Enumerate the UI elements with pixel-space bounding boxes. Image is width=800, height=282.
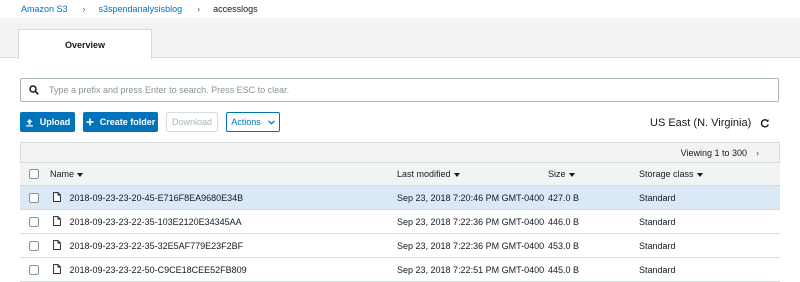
last-modified-cell: Sep 23, 2018 7:22:36 PM GMT-0400 (397, 209, 548, 234)
table-row[interactable]: 2018-09-23-23-20-45-E716F8EA9680E34B Sep… (20, 185, 780, 210)
last-modified-cell: Sep 23, 2018 7:22:36 PM GMT-0400 (397, 233, 548, 258)
sort-caret-icon (77, 172, 84, 177)
upload-button[interactable]: Upload (20, 112, 75, 132)
storage-class-cell: Standard (639, 209, 780, 234)
last-modified-cell: Sep 23, 2018 7:22:51 PM GMT-0400 (397, 257, 548, 282)
next-page-icon[interactable]: › (756, 148, 759, 158)
table-row[interactable]: 2018-09-23-23-22-35-103E2120E34345AA Sep… (20, 209, 780, 234)
create-folder-button[interactable]: Create folder (83, 112, 158, 132)
breadcrumb: Amazon S3 › s3spendanalysisblog › access… (0, 0, 800, 18)
storage-class-cell: Standard (639, 185, 780, 210)
row-checkbox[interactable] (29, 264, 39, 275)
size-cell: 445.0 B (548, 257, 639, 282)
size-cell: 427.0 B (548, 185, 639, 210)
download-label: Download (171, 117, 213, 127)
name-cell: 2018-09-23-23-22-35-103E2120E34345AA (49, 209, 397, 234)
storage-class-cell: Standard (639, 257, 780, 282)
upload-icon (25, 118, 34, 127)
column-header-name[interactable]: Name (49, 162, 397, 186)
column-label: Storage class (639, 169, 694, 179)
object-name-link[interactable]: 2018-09-23-23-22-35-32E5AF779E23F2BF (70, 241, 244, 251)
row-select-cell (20, 233, 49, 258)
object-name-link[interactable]: 2018-09-23-23-22-50-C9CE18CEE52FB809 (70, 265, 247, 275)
object-name-link[interactable]: 2018-09-23-23-22-35-103E2120E34345AA (70, 217, 242, 227)
file-icon (53, 263, 61, 276)
breadcrumb-separator-icon: › (82, 4, 86, 14)
viewing-range: Viewing 1 to 300 (680, 147, 747, 158)
table-row[interactable]: 2018-09-23-23-22-35-32E5AF779E23F2BF Sep… (20, 233, 780, 258)
select-all-checkbox[interactable] (29, 169, 39, 180)
sort-caret-icon (568, 172, 575, 177)
column-header-size[interactable]: Size (548, 162, 639, 186)
file-icon (53, 191, 61, 204)
row-checkbox[interactable] (29, 216, 39, 227)
size-cell: 446.0 B (548, 209, 639, 234)
objects-table: Viewing 1 to 300 › Name Last modified Si… (20, 142, 780, 282)
tab-bar: Overview (0, 18, 800, 59)
actions-label: Actions (231, 117, 261, 127)
name-cell: 2018-09-23-23-22-35-32E5AF779E23F2BF (49, 233, 397, 258)
column-header-last-modified[interactable]: Last modified (397, 162, 548, 186)
upload-label: Upload (39, 117, 71, 127)
download-button[interactable]: Download (166, 112, 218, 132)
object-name-link[interactable]: 2018-09-23-23-20-45-E716F8EA9680E34B (70, 193, 244, 203)
row-checkbox[interactable] (29, 192, 39, 203)
row-select-cell (20, 257, 49, 282)
breadcrumb-link-bucket[interactable]: s3spendanalysisblog (99, 4, 183, 14)
storage-class-cell: Standard (639, 233, 780, 258)
sort-caret-icon (696, 172, 703, 177)
create-folder-label: Create folder (99, 117, 156, 127)
breadcrumb-separator-icon: › (197, 4, 201, 14)
chevron-down-icon (267, 119, 275, 125)
search-box (20, 78, 779, 102)
row-select-cell (20, 185, 49, 210)
sort-caret-icon (453, 172, 460, 177)
file-icon (53, 215, 61, 228)
tab-overview[interactable]: Overview (18, 29, 152, 59)
column-label: Name (50, 169, 75, 179)
row-checkbox[interactable] (29, 240, 39, 251)
name-cell: 2018-09-23-23-22-50-C9CE18CEE52FB809 (49, 257, 397, 282)
name-cell: 2018-09-23-23-20-45-E716F8EA9680E34B (49, 185, 397, 210)
breadcrumb-current: accesslogs (213, 4, 258, 14)
objects-grid: Name Last modified Size Storage class 20… (20, 162, 780, 282)
last-modified-cell: Sep 23, 2018 7:20:46 PM GMT-0400 (397, 185, 548, 210)
column-header-storage-class[interactable]: Storage class (639, 162, 780, 186)
column-label: Last modified (397, 169, 451, 179)
refresh-icon[interactable] (760, 118, 770, 130)
plus-icon (86, 118, 94, 126)
actions-dropdown[interactable]: Actions (226, 112, 280, 132)
select-all-cell (20, 162, 49, 186)
region-label: US East (N. Virginia) (650, 117, 752, 129)
size-cell: 453.0 B (548, 233, 639, 258)
tab-overview-label: Overview (64, 39, 106, 50)
pagination-bar: Viewing 1 to 300 › (20, 142, 780, 162)
column-label: Size (548, 169, 566, 179)
breadcrumb-link-amazon-s3[interactable]: Amazon S3 (21, 4, 68, 14)
file-icon (53, 239, 61, 252)
table-row[interactable]: 2018-09-23-23-22-50-C9CE18CEE52FB809 Sep… (20, 257, 780, 282)
table-header-row: Name Last modified Size Storage class (20, 162, 780, 186)
row-select-cell (20, 209, 49, 234)
search-input[interactable] (49, 85, 749, 95)
search-icon (29, 85, 39, 95)
